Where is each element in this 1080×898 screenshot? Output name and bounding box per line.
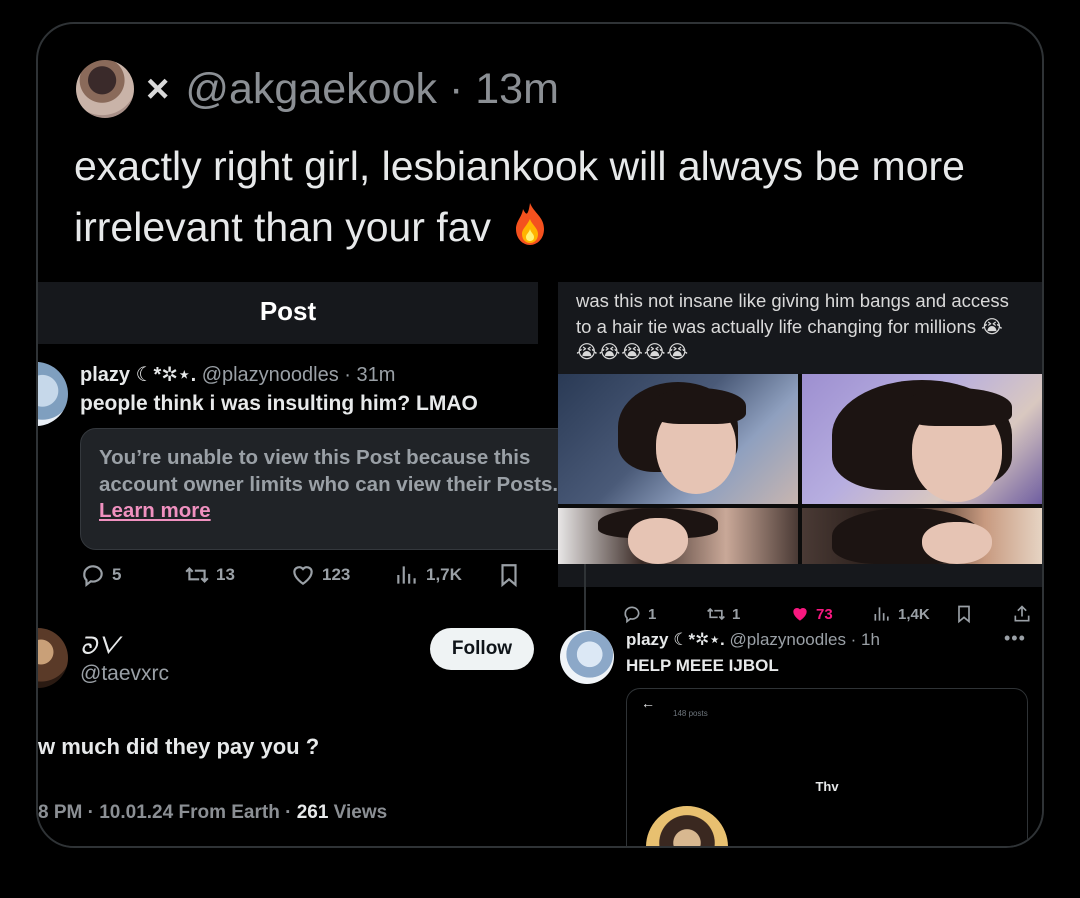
heart-filled-icon (793, 608, 807, 621)
embedded-profile-screenshot[interactable]: ← 148 posts Thv (626, 688, 1028, 846)
repost-count: 13 (216, 565, 235, 584)
reply-icon (83, 565, 103, 588)
back-arrow-icon: ← (641, 695, 655, 711)
embed-posts-count: 148 posts (673, 709, 708, 718)
learn-more-link[interactable]: Learn more (99, 499, 211, 522)
repost-button[interactable]: 1 (706, 604, 740, 624)
repost-icon (707, 607, 725, 621)
embed-profile-avatar (643, 803, 731, 846)
media-image-4[interactable] (802, 508, 1042, 564)
views-count: 1,7K (426, 565, 462, 584)
right-screenshot: was this not insane like giving him bang… (558, 282, 1042, 846)
reply-handle-time: @plazynoodles · 31m (201, 364, 396, 386)
like-button[interactable]: 123 (290, 562, 350, 588)
quoted-text: was this not insane like giving him bang… (576, 290, 1009, 337)
reply-author: plazy ☾*✲⋆. @plazynoodles · 31m (80, 362, 395, 387)
share-icon (1014, 605, 1030, 622)
unavailable-text: You’re unable to view this Post because … (99, 446, 559, 496)
reply-author: plazy ☾*✲⋆. @plazynoodles · 1h (626, 630, 880, 650)
post-time: · 13m (449, 64, 559, 113)
media-image-3[interactable] (558, 508, 798, 564)
reply-text: people think i was insulting him? LMAO (80, 392, 478, 415)
bookmark-icon (958, 605, 970, 624)
post-actions: 5 13 123 1,7K (80, 562, 540, 592)
like-count: 73 (816, 605, 833, 623)
media-grid[interactable] (558, 374, 1042, 564)
like-button[interactable]: 73 (790, 604, 833, 624)
embed-profile-name: Thv (815, 779, 839, 794)
post-view-count: 261 (296, 802, 329, 823)
main-post-avatar[interactable] (38, 628, 68, 688)
post-timestamp: 8 PM · 10.01.24 From Earth · (38, 802, 297, 823)
author-row: × @akgaekook · 13m (146, 60, 559, 118)
quoted-post-actions: 1 1 73 1,4K (622, 604, 1042, 628)
repost-count: 1 (732, 605, 741, 623)
author-handle[interactable]: @akgaekook (185, 65, 437, 114)
reply-text: HELP MEEE IJBOL (626, 656, 779, 675)
post-header-bar: Post (38, 282, 538, 344)
left-screenshot: Post plazy ☾*✲⋆. @plazynoodles · 31m peo… (38, 282, 580, 846)
views-button[interactable]: 1,4K (872, 604, 930, 624)
fire-icon (516, 203, 545, 245)
main-post-handle[interactable]: @taevxrc (80, 662, 169, 686)
follow-button[interactable]: Follow (430, 628, 534, 670)
unavailable-post-notice: You’re unable to view this Post because … (80, 428, 580, 550)
reply-handle-time: @plazynoodles · 1h (729, 630, 880, 649)
quoted-post: was this not insane like giving him bang… (558, 282, 1042, 587)
bookmark-button[interactable] (954, 604, 974, 624)
reply-avatar[interactable] (560, 630, 614, 684)
post-header-title: Post (259, 296, 317, 326)
post-views-label: Views (328, 802, 388, 823)
quoted-post-text: was this not insane like giving him bang… (576, 288, 1016, 365)
reply-count: 1 (648, 605, 657, 623)
analytics-icon (874, 607, 889, 621)
main-post-display-name[interactable]: ᘐᐯ (80, 632, 119, 660)
reply-display-name[interactable]: plazy ☾*✲⋆. (80, 364, 196, 386)
main-post-text: w much did they pay you ? (38, 734, 320, 759)
post-text: exactly right girl, lesbiankook will alw… (74, 136, 1014, 258)
like-count: 123 (322, 565, 351, 584)
x-separator: × (146, 66, 170, 111)
bookmark-button[interactable] (496, 562, 522, 588)
reply-button[interactable]: 5 (80, 562, 121, 588)
heart-icon (293, 566, 313, 585)
views-count: 1,4K (898, 605, 930, 623)
tweet-card: × @akgaekook · 13m exactly right girl, l… (36, 22, 1044, 848)
author-avatar[interactable] (76, 60, 134, 118)
analytics-icon (397, 566, 416, 584)
repost-button[interactable]: 13 (184, 562, 235, 588)
reply-avatar[interactable] (38, 362, 68, 426)
main-post-meta: 8 PM · 10.01.24 From Earth · 261 Views (38, 802, 387, 824)
more-options-icon[interactable]: ••• (1004, 628, 1026, 649)
views-button[interactable]: 1,7K (394, 562, 462, 588)
reply-count: 5 (112, 565, 122, 584)
media-image-1[interactable] (558, 374, 798, 504)
repost-icon (185, 566, 209, 584)
reply-display-name[interactable]: plazy ☾*✲⋆. (626, 630, 725, 649)
share-button[interactable] (1012, 604, 1032, 624)
media-image-2[interactable] (802, 374, 1042, 504)
bookmark-icon (501, 564, 517, 588)
reply-button[interactable]: 1 (622, 604, 656, 624)
reply-icon (624, 606, 640, 624)
